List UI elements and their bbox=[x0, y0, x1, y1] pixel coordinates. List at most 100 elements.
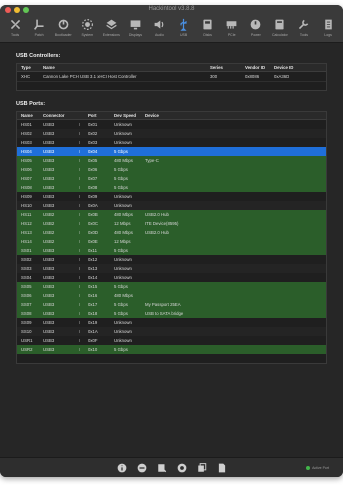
file-icon[interactable] bbox=[217, 463, 227, 473]
toolbar-audio-button[interactable]: Audio bbox=[147, 15, 171, 42]
port-connector-select[interactable]: USB3 bbox=[39, 257, 75, 262]
port-connector-select[interactable]: USB2 bbox=[39, 230, 75, 235]
popup-arrows-icon[interactable]: ⁝ bbox=[75, 131, 84, 137]
column-header-connector[interactable]: Connector bbox=[39, 113, 75, 118]
popup-arrows-icon[interactable]: ⁝ bbox=[75, 293, 84, 299]
toolbar-pcie-button[interactable]: PCIe bbox=[220, 15, 244, 42]
port-connector-select[interactable]: USB3 bbox=[39, 158, 75, 163]
port-connector-select[interactable]: USB3 bbox=[39, 203, 75, 208]
port-connector-select[interactable]: USB3 bbox=[39, 140, 75, 145]
popup-arrows-icon[interactable]: ⁝ bbox=[75, 302, 84, 308]
popup-arrows-icon[interactable]: ⁝ bbox=[75, 203, 84, 209]
info-icon[interactable] bbox=[117, 463, 127, 473]
port-connector-select[interactable]: USB3 bbox=[39, 194, 75, 199]
popup-arrows-icon[interactable]: ⁝ bbox=[75, 311, 84, 317]
port-connector-select[interactable]: USB3 bbox=[39, 122, 75, 127]
popup-arrows-icon[interactable]: ⁝ bbox=[75, 212, 84, 218]
column-header-device-id[interactable]: Device ID bbox=[270, 65, 297, 70]
port-connector-select[interactable]: USB3 bbox=[39, 185, 75, 190]
column-header-speed[interactable]: Dev Speed bbox=[110, 113, 141, 118]
port-row[interactable]: SS10 USB3 ⁝ 0x1A Unknown bbox=[17, 327, 326, 336]
toolbar-tools-button[interactable]: Tools bbox=[292, 15, 316, 42]
toolbar-patch-button[interactable]: Patch bbox=[27, 15, 51, 42]
port-row[interactable]: HS07 USB3 ⁝ 0x07 5 Gbps bbox=[17, 174, 326, 183]
popup-arrows-icon[interactable]: ⁝ bbox=[75, 329, 84, 335]
column-header-name[interactable]: Name bbox=[17, 113, 39, 118]
popup-arrows-icon[interactable]: ⁝ bbox=[75, 230, 84, 236]
popup-arrows-icon[interactable]: ⁝ bbox=[75, 140, 84, 146]
port-row[interactable]: HS14 USB2 ⁝ 0x0E 12 Mbps bbox=[17, 237, 326, 246]
port-row[interactable]: HS09 USB3 ⁝ 0x09 Unknown bbox=[17, 192, 326, 201]
port-connector-select[interactable]: USB3 bbox=[39, 167, 75, 172]
port-row[interactable]: SS01 USB3 ⁝ 0x11 5 Gbps bbox=[17, 246, 326, 255]
port-connector-select[interactable]: USB3 bbox=[39, 320, 75, 325]
popup-arrows-icon[interactable]: ⁝ bbox=[75, 257, 84, 263]
port-row[interactable]: SS02 USB3 ⁝ 0x12 Unknown bbox=[17, 255, 326, 264]
port-connector-select[interactable]: USB2 bbox=[39, 212, 75, 217]
port-row[interactable]: SS04 USB3 ⁝ 0x14 Unknown bbox=[17, 273, 326, 282]
copy-icon[interactable] bbox=[197, 462, 207, 473]
popup-arrows-icon[interactable]: ⁝ bbox=[75, 194, 84, 200]
port-connector-select[interactable]: USB3 bbox=[39, 338, 75, 343]
refresh-icon[interactable] bbox=[177, 463, 187, 473]
popup-arrows-icon[interactable]: ⁝ bbox=[75, 167, 84, 173]
column-header-name[interactable]: Name bbox=[39, 65, 206, 70]
port-row[interactable]: HS05 USB3 ⁝ 0x05 480 Mbps Type-C bbox=[17, 156, 326, 165]
port-connector-select[interactable]: USB3 bbox=[39, 302, 75, 307]
toolbar-calculator-button[interactable]: Calculator bbox=[268, 15, 292, 42]
port-row[interactable]: HS13 USB2 ⁝ 0x0D 480 Mbps USB2.0 Hub bbox=[17, 228, 326, 237]
port-row[interactable]: SS05 USB3 ⁝ 0x15 5 Gbps bbox=[17, 282, 326, 291]
port-connector-select[interactable]: USB3 bbox=[39, 149, 75, 154]
toolbar-displays-button[interactable]: Displays bbox=[123, 15, 147, 42]
toolbar-disks-button[interactable]: Disks bbox=[196, 15, 220, 42]
popup-arrows-icon[interactable]: ⁝ bbox=[75, 320, 84, 326]
toolbar-bootloader-button[interactable]: Bootloader bbox=[51, 15, 75, 42]
popup-arrows-icon[interactable]: ⁝ bbox=[75, 185, 84, 191]
port-connector-select[interactable]: USB3 bbox=[39, 248, 75, 253]
toolbar-usb-button[interactable]: USB bbox=[172, 15, 196, 42]
port-connector-select[interactable]: USB3 bbox=[39, 131, 75, 136]
port-row[interactable]: HS10 USB3 ⁝ 0x0A Unknown bbox=[17, 201, 326, 210]
port-connector-select[interactable]: USB3 bbox=[39, 347, 75, 352]
port-connector-select[interactable]: USB3 bbox=[39, 275, 75, 280]
port-connector-select[interactable]: USB2 bbox=[39, 221, 75, 226]
popup-arrows-icon[interactable]: ⁝ bbox=[75, 176, 84, 182]
popup-arrows-icon[interactable]: ⁝ bbox=[75, 122, 84, 128]
port-row[interactable]: SS09 USB3 ⁝ 0x19 Unknown bbox=[17, 318, 326, 327]
toolbar-tools-button[interactable]: Tools bbox=[3, 15, 27, 42]
popup-arrows-icon[interactable]: ⁝ bbox=[75, 284, 84, 290]
port-connector-select[interactable]: USB3 bbox=[39, 176, 75, 181]
column-header-port[interactable]: Port bbox=[84, 113, 110, 118]
popup-arrows-icon[interactable]: ⁝ bbox=[75, 149, 84, 155]
port-row[interactable]: SS07 USB3 ⁝ 0x17 5 Gbps My Passport 25EA bbox=[17, 300, 326, 309]
port-row[interactable]: HS01 USB3 ⁝ 0x01 Unknown bbox=[17, 120, 326, 129]
popup-arrows-icon[interactable]: ⁝ bbox=[75, 239, 84, 245]
toolbar-system-button[interactable]: System bbox=[75, 15, 99, 42]
column-header-vendor-id[interactable]: Vendor ID bbox=[241, 65, 270, 70]
port-row[interactable]: HS12 USB2 ⁝ 0x0C 12 Mbps ITE Device(8595) bbox=[17, 219, 326, 228]
port-row[interactable]: USR2 USB3 ⁝ 0x10 5 Gbps bbox=[17, 345, 326, 354]
popup-arrows-icon[interactable]: ⁝ bbox=[75, 275, 84, 281]
port-row[interactable]: HS02 USB3 ⁝ 0x02 Unknown bbox=[17, 129, 326, 138]
port-row[interactable]: HS06 USB3 ⁝ 0x06 5 Gbps bbox=[17, 165, 326, 174]
toolbar-extensions-button[interactable]: Extensions bbox=[99, 15, 123, 42]
popup-arrows-icon[interactable]: ⁝ bbox=[75, 221, 84, 227]
port-row[interactable]: HS11 USB2 ⁝ 0x0B 480 Mbps USB2.0 Hub bbox=[17, 210, 326, 219]
column-header-device[interactable]: Device bbox=[141, 113, 326, 118]
column-header-series[interactable]: Series bbox=[206, 65, 241, 70]
popup-arrows-icon[interactable]: ⁝ bbox=[75, 338, 84, 344]
port-connector-select[interactable]: USB3 bbox=[39, 284, 75, 289]
port-connector-select[interactable]: USB3 bbox=[39, 293, 75, 298]
popup-arrows-icon[interactable]: ⁝ bbox=[75, 158, 84, 164]
toolbar-power-button[interactable]: Power bbox=[244, 15, 268, 42]
popup-arrows-icon[interactable]: ⁝ bbox=[75, 266, 84, 272]
port-row[interactable]: SS08 USB3 ⁝ 0x18 5 Gbps USB to SATA bridge bbox=[17, 309, 326, 318]
port-connector-select[interactable]: USB2 bbox=[39, 239, 75, 244]
port-row[interactable]: SS03 USB3 ⁝ 0x13 Unknown bbox=[17, 264, 326, 273]
toolbar-logs-button[interactable]: Logs bbox=[316, 15, 340, 42]
popup-arrows-icon[interactable]: ⁝ bbox=[75, 347, 84, 353]
port-row[interactable]: HS08 USB3 ⁝ 0x08 5 Gbps bbox=[17, 183, 326, 192]
popup-arrows-icon[interactable]: ⁝ bbox=[75, 248, 84, 254]
export-icon[interactable] bbox=[157, 463, 167, 473]
port-connector-select[interactable]: USB3 bbox=[39, 266, 75, 271]
